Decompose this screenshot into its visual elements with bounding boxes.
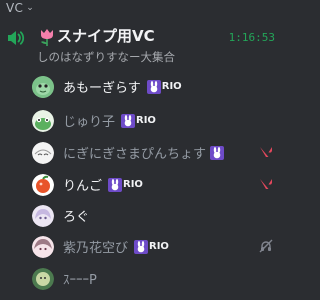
username: にぎにぎさまぴんちょす — [63, 147, 207, 162]
deafened-icon — [259, 239, 273, 253]
chevron-down-icon: ⌄ — [26, 3, 35, 13]
bunny-icon — [210, 145, 225, 160]
voice-user-shinohana[interactable]: 紫乃花空び RIO — [32, 233, 281, 260]
voice-user-suuup[interactable]: ｽｰｰｰP — [32, 265, 281, 292]
channel-status: しのはなずりすなー大集合 — [37, 50, 175, 64]
avatar — [32, 204, 54, 227]
voice-user-juriko[interactable]: じゅり子 RIO — [32, 107, 281, 134]
avatar — [32, 173, 54, 196]
avatar — [32, 75, 54, 98]
username: 紫乃花空び — [63, 241, 129, 256]
valorant-icon — [260, 147, 272, 157]
username: じゅり子 — [63, 115, 116, 130]
bunny-icon — [146, 79, 161, 94]
category-header[interactable]: VC ⌄ — [6, 0, 34, 16]
username: ろぐ — [63, 210, 90, 225]
username: ｽｰｰｰP — [63, 273, 97, 288]
bunny-icon — [108, 177, 123, 192]
bunny-icon — [121, 113, 136, 128]
voice-user-ringo[interactable]: りんご RIO — [32, 171, 281, 198]
username: りんご — [63, 179, 103, 194]
user-tag: RIO — [146, 79, 182, 94]
voice-user-rogu[interactable]: ろぐ — [32, 202, 281, 229]
avatar — [32, 109, 54, 132]
avatar — [32, 267, 54, 290]
user-tag-label: RIO — [161, 81, 182, 92]
username: あもーぎらす — [63, 81, 141, 96]
voice-user-amogirasu[interactable]: あもーぎらす RIO — [32, 73, 281, 100]
tulip-icon — [41, 29, 53, 46]
valorant-icon — [260, 179, 272, 189]
category-label: VC — [6, 1, 24, 15]
channel-name: スナイプ用VC — [57, 27, 155, 45]
avatar — [32, 235, 54, 258]
user-tag: RIO — [108, 177, 143, 192]
user-tag-label: RIO — [136, 115, 156, 126]
channel-timer: 1:16:53 — [228, 31, 275, 44]
speaker-icon — [8, 31, 25, 45]
avatar — [32, 141, 54, 164]
voice-channel[interactable]: スナイプ用VC 1:16:53 しのはなずりすなー大集合 — [5, 24, 277, 68]
user-tag: RIO — [121, 113, 156, 128]
voice-user-niginigi[interactable]: にぎにぎさまぴんちょす — [32, 139, 281, 166]
user-tag: RIO — [134, 239, 169, 254]
user-tag-label: RIO — [149, 241, 169, 252]
user-tag-label: RIO — [123, 179, 143, 190]
bunny-icon — [134, 239, 149, 254]
